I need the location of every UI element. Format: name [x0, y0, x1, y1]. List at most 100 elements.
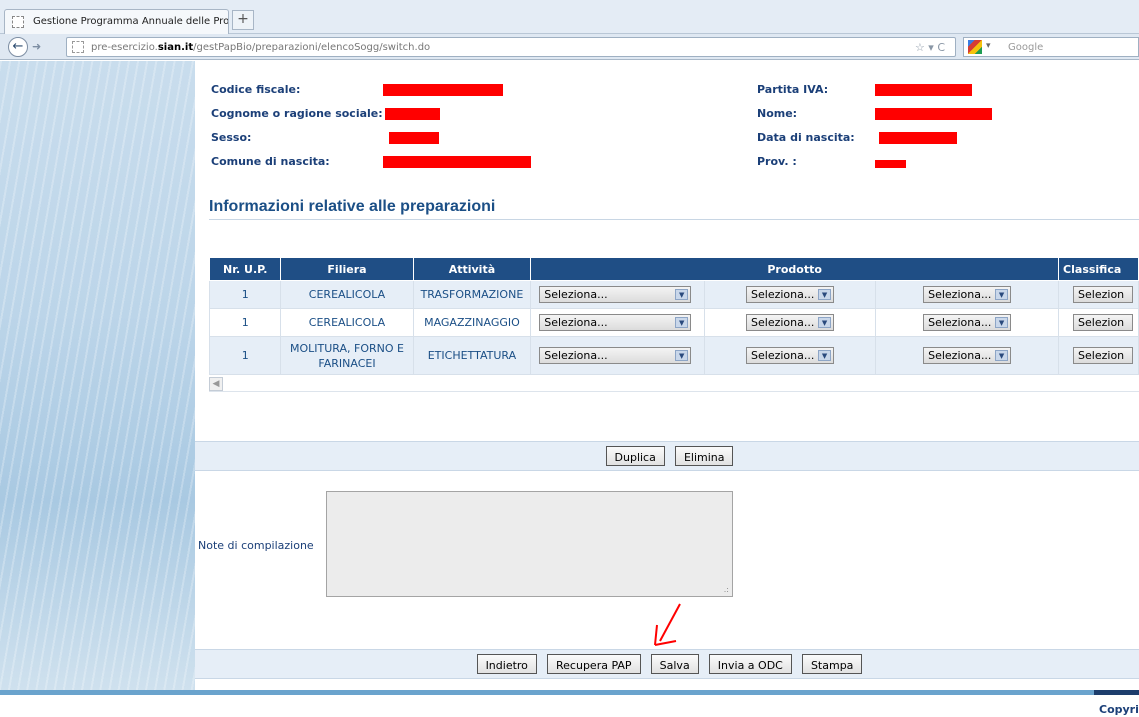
product-select[interactable]: Seleziona... ▼	[746, 286, 835, 303]
cell-nr: 1	[208, 336, 282, 375]
cell-filiera: CEREALICOLA	[280, 308, 414, 337]
column-header-classifica: Classifica	[1058, 257, 1139, 281]
redacted-data-nascita	[879, 132, 957, 144]
product-select[interactable]: Seleziona... ▼	[923, 286, 1012, 303]
product-select[interactable]: Seleziona... ▼	[539, 286, 692, 303]
product-select[interactable]: Seleziona... ▼	[746, 314, 835, 331]
cell-attivita: TRASFORMAZIONE	[412, 280, 532, 309]
classifica-select[interactable]: Selezion	[1073, 314, 1134, 331]
decorative-side-panel	[0, 61, 195, 690]
column-header-nr: Nr. U.P.	[208, 257, 282, 281]
nome-label: Nome:	[757, 107, 798, 120]
comune-label: Comune di nascita:	[211, 155, 330, 168]
codice-fiscale-label: Codice fiscale:	[211, 83, 301, 96]
cell-prodotto-1: Seleziona... ▼	[530, 336, 705, 375]
stampa-button[interactable]: Stampa	[801, 654, 863, 674]
product-select[interactable]: Seleziona... ▼	[923, 314, 1012, 331]
cell-classifica: Selezion	[1058, 336, 1139, 375]
product-select[interactable]: Seleziona... ▼	[746, 347, 835, 364]
new-tab-button[interactable]: +	[232, 10, 254, 30]
chevron-down-icon: ▼	[995, 289, 1009, 300]
cell-filiera: CEREALICOLA	[280, 280, 414, 309]
browser-tab[interactable]: Gestione Programma Annuale delle Produzi…	[4, 9, 229, 34]
redacted-prov	[875, 160, 906, 168]
url-bar[interactable]: pre-esercizio.sian.it/gestPapBio/prepara…	[66, 37, 956, 57]
cell-prodotto-2: Seleziona... ▼	[703, 280, 877, 309]
redacted-nome	[875, 108, 992, 120]
page-icon	[12, 16, 24, 28]
cell-prodotto-3: Seleziona... ▼	[875, 308, 1060, 337]
column-header-attivita: Attività	[412, 257, 532, 281]
resize-handle-icon[interactable]: .:	[724, 585, 729, 594]
cell-prodotto-2: Seleziona... ▼	[703, 308, 877, 337]
product-select[interactable]: Seleziona... ▼	[539, 347, 692, 364]
indietro-button[interactable]: Indietro	[476, 654, 537, 674]
main-content: Codice fiscale: Cognome o ragione social…	[195, 61, 1139, 690]
table-row: 1 MOLITURA, FORNO E FARINACEI ETICHETTAT…	[208, 336, 1139, 375]
browser-tab-bar: Gestione Programma Annuale delle Produzi…	[0, 0, 1139, 34]
redacted-sesso	[389, 132, 439, 144]
elimina-button[interactable]: Elimina	[674, 446, 734, 466]
select-value: Seleziona...	[544, 349, 608, 362]
horizontal-scrollbar[interactable]	[209, 391, 1139, 392]
site-icon	[72, 41, 84, 53]
cell-prodotto-3: Seleziona... ▼	[875, 280, 1060, 309]
column-header-prodotto: Prodotto	[530, 257, 1060, 281]
notes-label: Note di compilazione	[198, 539, 314, 552]
cell-attivita: MAGAZZINAGGIO	[412, 308, 532, 337]
prov-label: Prov. :	[757, 155, 797, 168]
product-select[interactable]: Seleziona... ▼	[539, 314, 692, 331]
preparations-table: Nr. U.P. Filiera Attività Prodotto Class…	[208, 257, 1139, 375]
select-value: Seleziona...	[544, 288, 608, 301]
salva-button[interactable]: Salva	[650, 654, 699, 674]
cell-classifica: Selezion	[1058, 280, 1139, 309]
footer-accent	[1094, 690, 1139, 695]
url-prefix: pre-esercizio.	[91, 42, 158, 53]
table-row: 1 CEREALICOLA MAGAZZINAGGIO Seleziona...…	[208, 308, 1139, 337]
partita-iva-label: Partita IVA:	[757, 83, 829, 96]
section-divider	[209, 219, 1139, 220]
bookmark-star-icon[interactable]: ☆ ▾ C	[915, 41, 945, 54]
redacted-codice-fiscale	[383, 84, 503, 96]
select-value: Seleziona...	[928, 316, 992, 329]
red-arrow-annotation-icon	[654, 603, 681, 646]
cell-filiera: MOLITURA, FORNO E FARINACEI	[280, 336, 414, 375]
cell-prodotto-1: Seleziona... ▼	[530, 308, 705, 337]
classifica-select[interactable]: Selezion	[1073, 286, 1134, 303]
duplica-button[interactable]: Duplica	[605, 446, 665, 466]
select-value: Seleziona...	[928, 288, 992, 301]
data-nascita-label: Data di nascita:	[757, 131, 855, 144]
product-select[interactable]: Seleziona... ▼	[923, 347, 1012, 364]
notes-textarea[interactable]: .:	[326, 491, 733, 597]
redacted-comune	[383, 156, 531, 168]
chevron-down-icon: ▼	[675, 289, 689, 300]
url-domain: sian.it	[157, 42, 194, 53]
table-header-row: Nr. U.P. Filiera Attività Prodotto Class…	[208, 257, 1139, 281]
forward-icon[interactable]: ➜	[32, 40, 41, 53]
cell-nr: 1	[208, 308, 282, 337]
classifica-select[interactable]: Selezion	[1073, 347, 1134, 364]
footer-actions-bar: Indietro Recupera PAP Salva Invia a ODC …	[195, 649, 1139, 679]
recupera-pap-button[interactable]: Recupera PAP	[547, 654, 641, 674]
redacted-cognome	[385, 108, 440, 120]
sesso-label: Sesso:	[211, 131, 252, 144]
cell-prodotto-1: Seleziona... ▼	[530, 280, 705, 309]
cell-classifica: Selezion	[1058, 308, 1139, 337]
chevron-down-icon: ▼	[675, 350, 689, 361]
select-value: Seleziona...	[544, 316, 608, 329]
url-path: /gestPapBio/preparazioni/elencoSogg/swit…	[193, 42, 431, 53]
chevron-down-icon: ▼	[995, 317, 1009, 328]
chevron-down-icon: ▼	[818, 289, 832, 300]
invia-odc-button[interactable]: Invia a ODC	[708, 654, 792, 674]
chevron-down-icon: ▼	[675, 317, 689, 328]
select-value: Seleziona...	[751, 316, 815, 329]
cell-prodotto-3: Seleziona... ▼	[875, 336, 1060, 375]
tab-title: Gestione Programma Annuale delle Produzi…	[33, 16, 229, 27]
back-icon[interactable]: ←	[8, 37, 28, 57]
search-input[interactable]: ▾ Google	[963, 37, 1139, 57]
table-row: 1 CEREALICOLA TRASFORMAZIONE Seleziona..…	[208, 280, 1139, 309]
scroll-left-arrow-icon[interactable]: ◀	[209, 377, 223, 391]
browser-nav-bar: ← ➜ pre-esercizio.sian.it/gestPapBio/pre…	[0, 34, 1139, 60]
chevron-down-icon: ▾	[986, 41, 991, 51]
redacted-partita-iva	[875, 84, 972, 96]
